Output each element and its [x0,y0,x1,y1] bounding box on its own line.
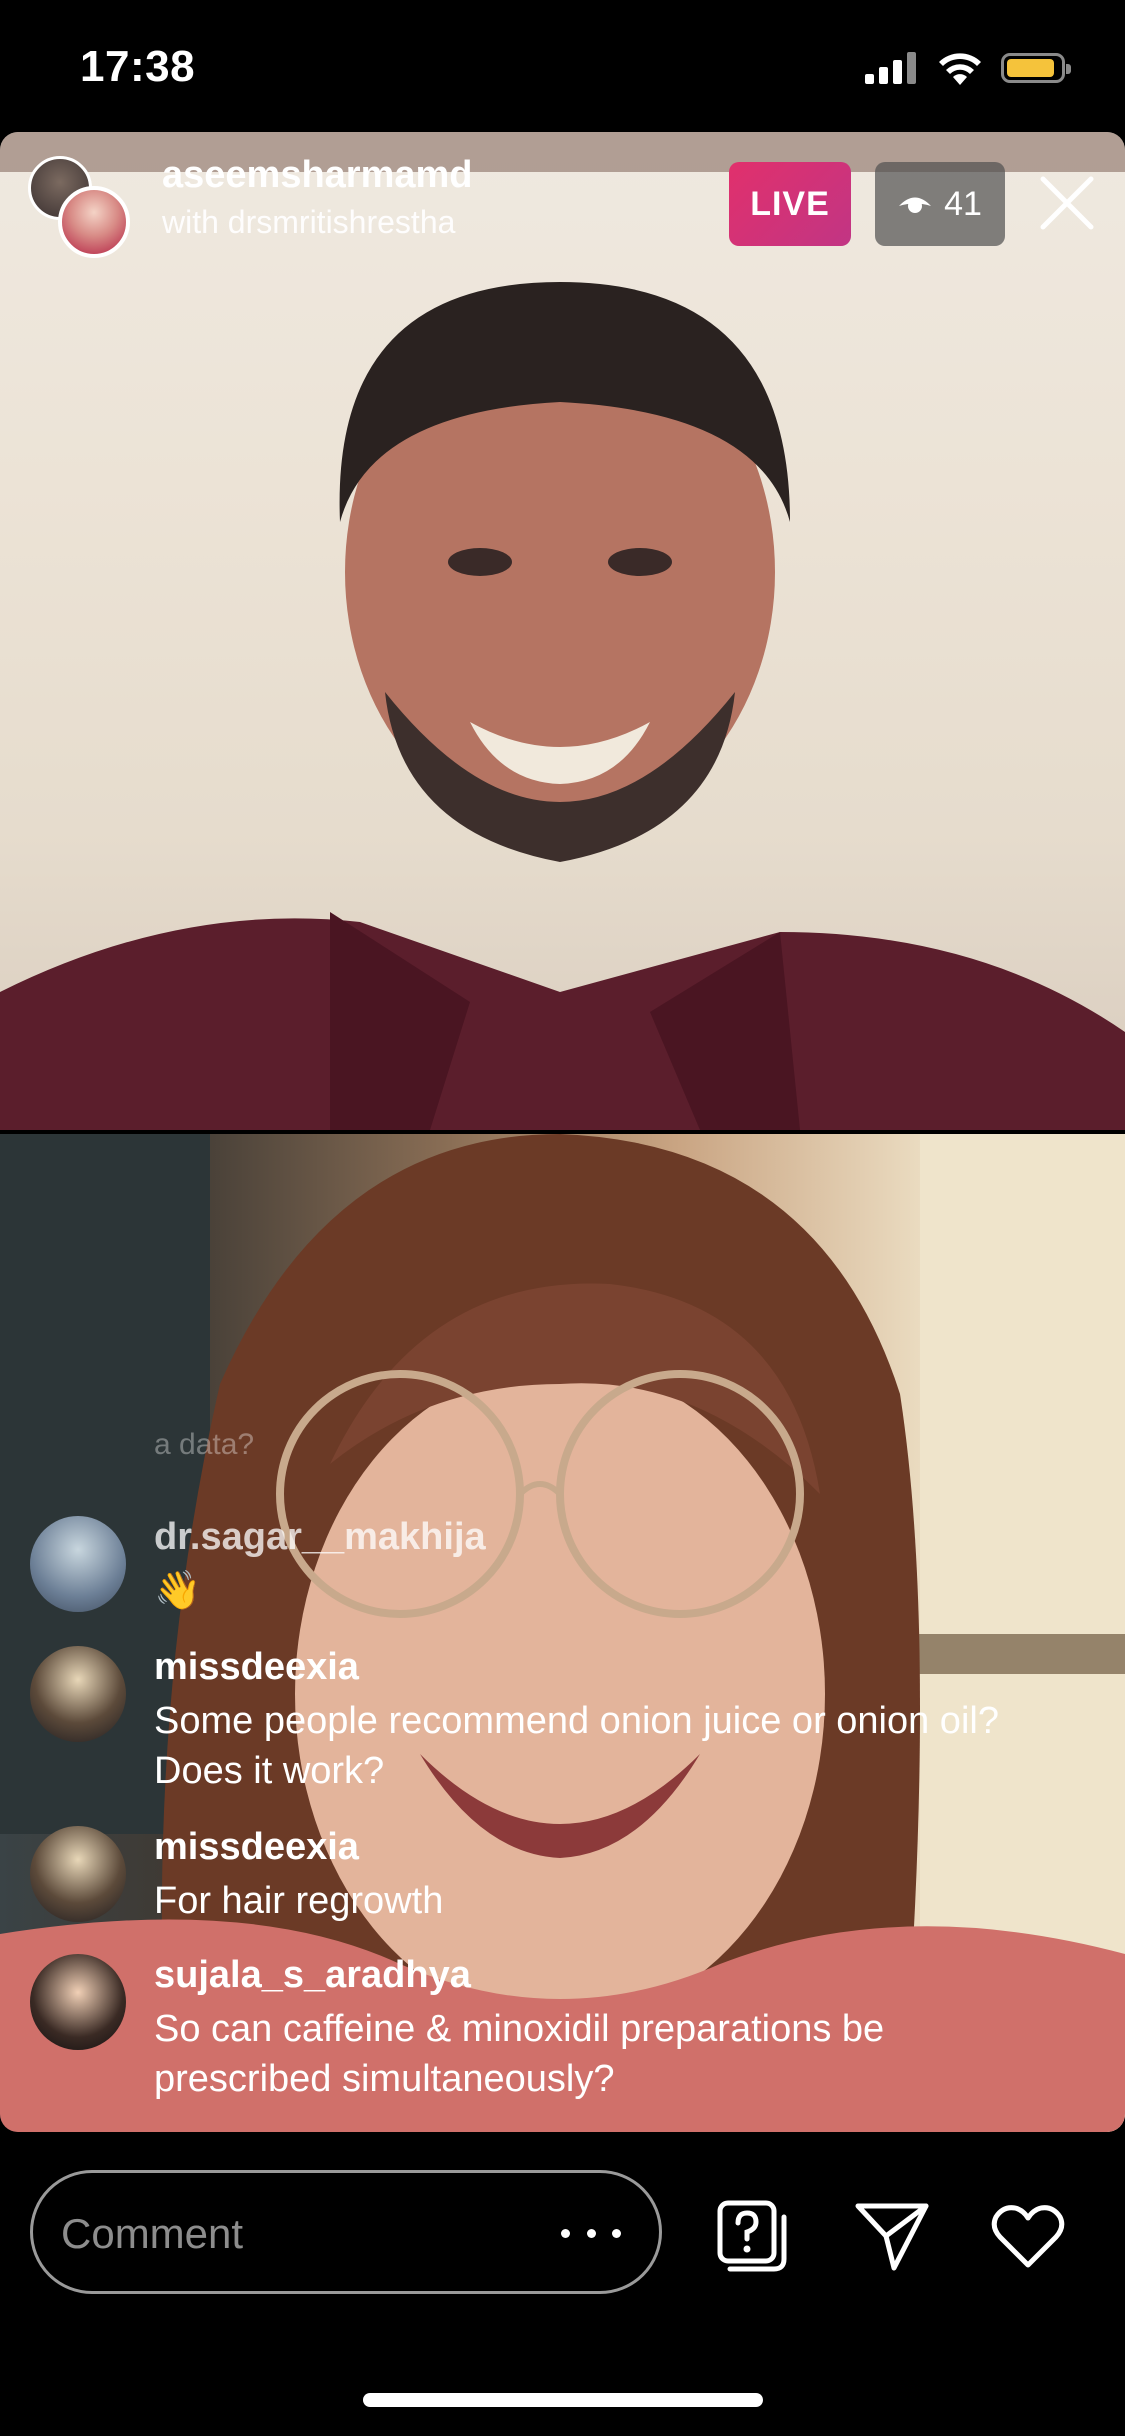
more-options-button[interactable] [561,2211,621,2255]
like-button[interactable] [988,2196,1068,2276]
host-video [0,132,1125,1130]
comment-text: Some people recommend onion juice or oni… [154,1700,999,1792]
live-header: aseemsharmamd with drsmritishrestha LIVE… [0,132,1125,258]
close-icon [1040,176,1094,230]
comment-username[interactable]: missdeexia [154,1826,359,1869]
avatar[interactable] [30,1954,126,2050]
questions-button[interactable] [712,2196,792,2276]
more-icon [561,2228,570,2238]
signal-icon [865,52,916,84]
battery-icon [1001,53,1071,83]
host-avatars[interactable] [28,156,138,258]
guest-avatar[interactable] [58,186,130,258]
heart-icon [991,2205,1065,2268]
comment-username[interactable]: missdeexia [154,1646,359,1689]
eye-icon [899,197,932,213]
send-icon [855,2203,929,2271]
faded-comment: a data? [154,1428,255,1461]
comment-text: So can caffeine & minoxidil preparations… [154,2008,885,2100]
wifi-icon [939,53,981,85]
avatar[interactable] [30,1516,126,1612]
comment-text: For hair regrowth [154,1880,444,1922]
comment-list: a data? dr.sagar__makhija 👋 missdeexia S… [30,1428,1090,2140]
comment-bar[interactable] [30,2170,662,2294]
host-username[interactable]: aseemsharmamd [162,154,473,197]
home-indicator[interactable] [363,2393,763,2407]
close-button[interactable] [1032,168,1102,238]
status-icons [865,48,1071,88]
viewer-count: 41 [944,184,982,223]
question-icon [717,2200,787,2272]
share-button[interactable] [852,2196,932,2276]
avatar[interactable] [30,1646,126,1742]
status-bar: 17:38 [0,0,1125,132]
avatar[interactable] [30,1826,126,1922]
comment-username[interactable]: dr.sagar__makhija [154,1516,486,1559]
comment-username[interactable]: sujala_s_aradhya [154,1954,471,1997]
guest-username[interactable]: with drsmritishrestha [162,204,455,241]
comment-text: 👋 [154,1570,202,1612]
live-badge: LIVE [729,162,851,246]
comment-input[interactable] [59,2201,543,2267]
viewer-count-badge[interactable]: 41 [875,162,1005,246]
status-time: 17:38 [80,42,196,91]
